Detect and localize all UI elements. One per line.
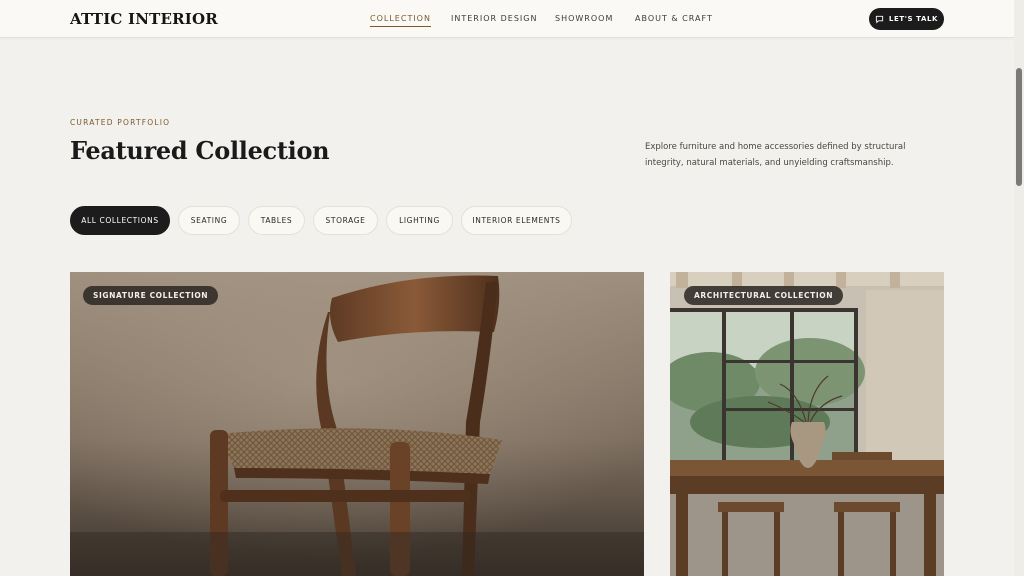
brand-logo[interactable]: ATTIC INTERIOR (70, 10, 218, 28)
filter-seating[interactable]: SEATING (178, 206, 240, 235)
nav-collection[interactable]: COLLECTION (370, 14, 431, 27)
page-title: Featured Collection (70, 136, 330, 165)
lets-talk-button[interactable]: LET'S TALK (869, 8, 944, 30)
filter-all-collections[interactable]: ALL COLLECTIONS (70, 206, 170, 235)
lets-talk-label: LET'S TALK (888, 15, 939, 23)
card-badge-signature: SIGNATURE COLLECTION (83, 286, 219, 305)
chat-bubble-icon (875, 15, 884, 23)
filter-tables[interactable]: TABLES (248, 206, 305, 235)
filter-interior-elements[interactable]: INTERIOR ELEMENTS (461, 206, 572, 235)
section-eyebrow: CURATED PORTFOLIO (70, 118, 171, 127)
site-header: ATTIC INTERIOR COLLECTION INTERIOR DESIG… (0, 0, 1014, 38)
card-badge-architectural: ARCHITECTURAL COLLECTION (684, 286, 844, 305)
signature-collection-card[interactable]: SIGNATURE COLLECTION (70, 272, 644, 576)
collection-intro: Explore furniture and home accessories d… (645, 142, 906, 168)
architectural-collection-card[interactable]: ARCHITECTURAL COLLECTION (670, 272, 944, 576)
wooden-chair-image (70, 272, 644, 576)
dining-room-image (670, 272, 944, 576)
nav-interior-design[interactable]: INTERIOR DESIGN (451, 14, 537, 23)
filter-lighting[interactable]: LIGHTING (386, 206, 453, 235)
nav-showroom[interactable]: SHOWROOM (555, 14, 613, 23)
nav-about-craft[interactable]: ABOUT & CRAFT (635, 14, 713, 23)
scrollbar-thumb[interactable] (1016, 68, 1022, 186)
filter-storage[interactable]: STORAGE (313, 206, 378, 235)
